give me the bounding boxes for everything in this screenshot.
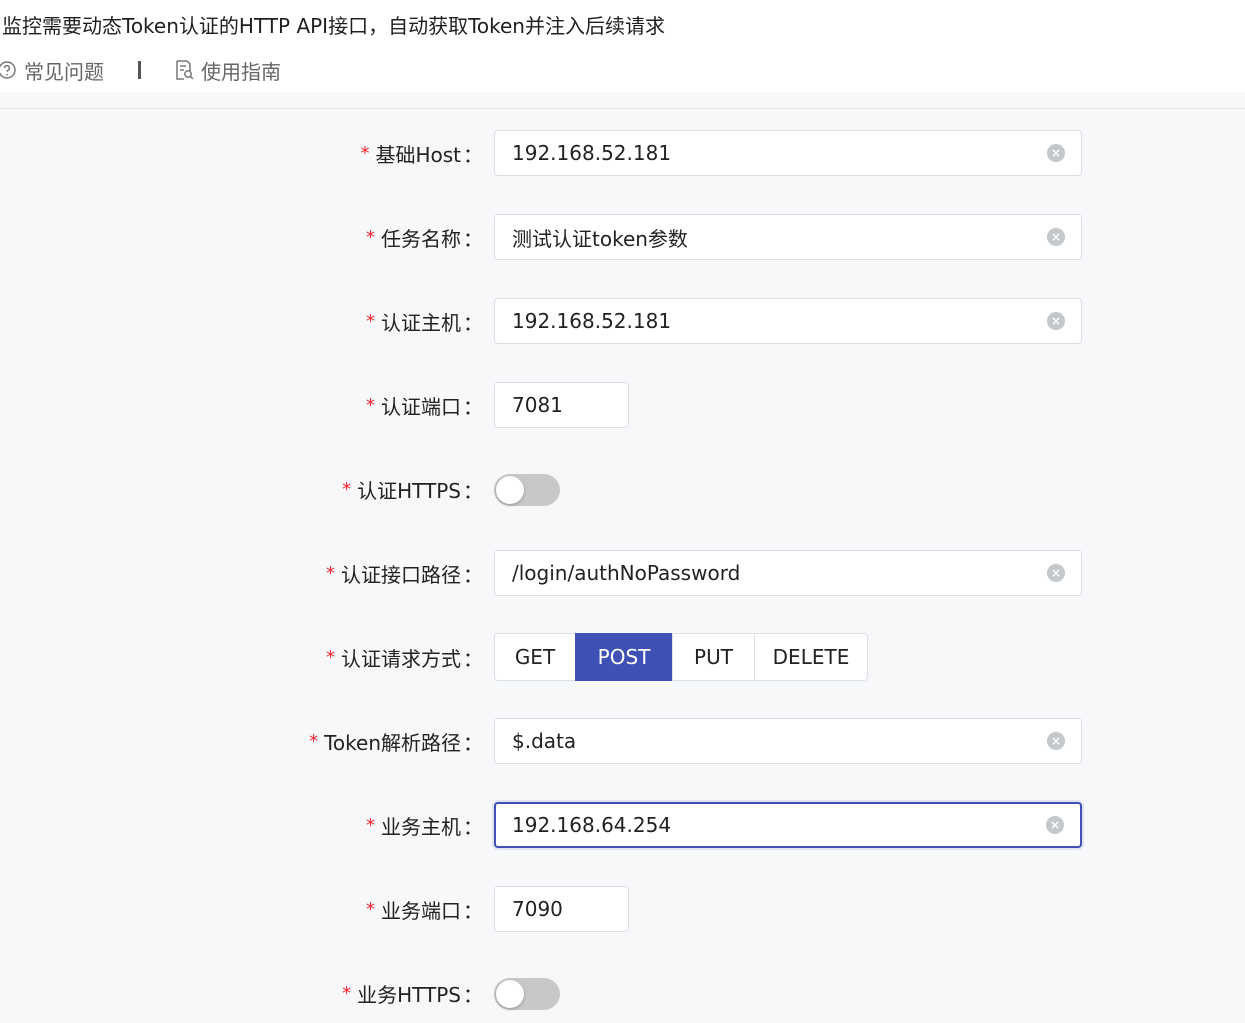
label-colon: ：	[463, 982, 483, 1007]
required-mark: *	[326, 562, 335, 584]
auth-path-label-text: 认证接口路径	[341, 562, 461, 587]
required-mark: *	[309, 730, 319, 752]
form-row-biz-port: * 业务端口 ： 7090	[0, 885, 1245, 933]
biz-port-input[interactable]: 7090	[494, 886, 629, 932]
faq-link[interactable]: 常见问题	[0, 56, 104, 85]
form-row-auth-host: * 认证主机 ： 192.168.52.181 ×	[0, 297, 1245, 345]
close-circle-icon[interactable]: ×	[1047, 732, 1065, 750]
required-mark: *	[366, 310, 375, 332]
label-colon: ：	[463, 898, 483, 923]
auth-https-label-text: 认证HTTPS	[357, 478, 461, 503]
biz-https-toggle[interactable]	[494, 978, 560, 1010]
auth-method-radio-group: GET POST PUT DELETE	[494, 633, 868, 681]
auth-port-label: * 认证端口 ：	[366, 381, 483, 429]
task-name-label-text: 任务名称	[381, 226, 461, 251]
close-circle-icon[interactable]: ×	[1046, 816, 1064, 834]
question-circle-icon	[0, 61, 16, 79]
token-path-label-text: Token解析路径	[324, 730, 461, 755]
biz-host-label: * 业务主机 ：	[366, 801, 483, 849]
required-mark: *	[342, 982, 352, 1004]
link-separator	[138, 61, 141, 79]
biz-host-input[interactable]: 192.168.64.254 ×	[494, 802, 1082, 848]
form-row-auth-https: * 认证HTTPS ：	[0, 465, 1245, 513]
label-colon: ：	[463, 730, 483, 755]
auth-path-value: /login/authNoPassword	[512, 561, 741, 585]
auth-method-label: * 认证请求方式 ：	[326, 633, 483, 681]
form-row-auth-port: * 认证端口 ： 7081	[0, 381, 1245, 429]
label-colon: ：	[463, 310, 483, 335]
token-path-label: * Token解析路径 ：	[309, 717, 483, 765]
toggle-knob	[496, 980, 524, 1008]
auth-port-label-text: 认证端口	[381, 394, 461, 419]
required-mark: *	[366, 814, 375, 836]
page-description: 监控需要动态Token认证的HTTP API接口，自动获取Token并注入后续请…	[2, 14, 665, 38]
close-circle-icon[interactable]: ×	[1047, 564, 1065, 582]
method-option-post[interactable]: POST	[575, 633, 673, 681]
auth-host-label: * 认证主机 ：	[366, 297, 483, 345]
method-option-delete[interactable]: DELETE	[754, 633, 868, 681]
biz-https-label: * 业务HTTPS ：	[342, 969, 483, 1017]
guide-label: 使用指南	[201, 59, 281, 84]
form-row-biz-host: * 业务主机 ： 192.168.64.254 ×	[0, 801, 1245, 849]
biz-port-label-text: 业务端口	[381, 898, 461, 923]
method-option-get[interactable]: GET	[494, 633, 576, 681]
auth-https-toggle[interactable]	[494, 474, 560, 506]
base-host-input[interactable]: 192.168.52.181 ×	[494, 130, 1082, 176]
biz-host-value: 192.168.64.254	[512, 813, 672, 837]
guide-link[interactable]: 使用指南	[173, 56, 281, 85]
required-mark: *	[366, 226, 375, 248]
form-row-task-name: * 任务名称 ： 测试认证token参数 ×	[0, 213, 1245, 261]
required-mark: *	[366, 898, 375, 920]
token-path-value: $.data	[512, 729, 577, 753]
faq-label: 常见问题	[24, 59, 104, 84]
label-colon: ：	[463, 646, 483, 671]
biz-host-label-text: 业务主机	[381, 814, 461, 839]
biz-port-label: * 业务端口 ：	[366, 885, 483, 933]
task-name-label: * 任务名称 ：	[366, 213, 483, 261]
form-row-token-path: * Token解析路径 ： $.data ×	[0, 717, 1245, 765]
required-mark: *	[326, 646, 335, 668]
required-mark: *	[342, 478, 352, 500]
biz-port-value: 7090	[512, 897, 563, 921]
form-row-auth-path: * 认证接口路径 ： /login/authNoPassword ×	[0, 549, 1245, 597]
method-option-put[interactable]: PUT	[672, 633, 755, 681]
close-circle-icon[interactable]: ×	[1047, 228, 1065, 246]
label-colon: ：	[463, 226, 483, 251]
label-colon: ：	[463, 814, 483, 839]
form-row-biz-https: * 业务HTTPS ：	[0, 969, 1245, 1017]
page-header: 监控需要动态Token认证的HTTP API接口，自动获取Token并注入后续请…	[0, 0, 1245, 92]
required-mark: *	[360, 142, 370, 164]
task-name-input[interactable]: 测试认证token参数 ×	[494, 214, 1082, 260]
header-divider	[0, 108, 1245, 109]
auth-path-input[interactable]: /login/authNoPassword ×	[494, 550, 1082, 596]
base-host-value: 192.168.52.181	[512, 141, 672, 165]
base-host-label-text: 基础Host	[375, 142, 461, 167]
auth-port-input[interactable]: 7081	[494, 382, 629, 428]
required-mark: *	[366, 394, 375, 416]
close-circle-icon[interactable]: ×	[1047, 144, 1065, 162]
label-colon: ：	[463, 562, 483, 587]
auth-host-value: 192.168.52.181	[512, 309, 672, 333]
auth-host-label-text: 认证主机	[381, 310, 461, 335]
form-row-base-host: * 基础Host ： 192.168.52.181 ×	[0, 129, 1245, 177]
close-circle-icon[interactable]: ×	[1047, 312, 1065, 330]
document-search-icon	[176, 60, 194, 80]
base-host-label: * 基础Host ：	[360, 129, 483, 177]
form-row-auth-method: * 认证请求方式 ： GET POST PUT DELETE	[0, 633, 1245, 681]
token-path-input[interactable]: $.data ×	[494, 718, 1082, 764]
auth-port-value: 7081	[512, 393, 563, 417]
auth-https-label: * 认证HTTPS ：	[342, 465, 483, 513]
label-colon: ：	[463, 142, 483, 167]
toggle-knob	[496, 476, 524, 504]
auth-method-label-text: 认证请求方式	[341, 646, 461, 671]
help-links: 常见问题 使用指南	[0, 56, 281, 84]
task-name-value: 测试认证token参数	[512, 226, 688, 251]
label-colon: ：	[463, 478, 483, 503]
auth-path-label: * 认证接口路径 ：	[326, 549, 483, 597]
label-colon: ：	[463, 394, 483, 419]
auth-host-input[interactable]: 192.168.52.181 ×	[494, 298, 1082, 344]
biz-https-label-text: 业务HTTPS	[357, 982, 461, 1007]
